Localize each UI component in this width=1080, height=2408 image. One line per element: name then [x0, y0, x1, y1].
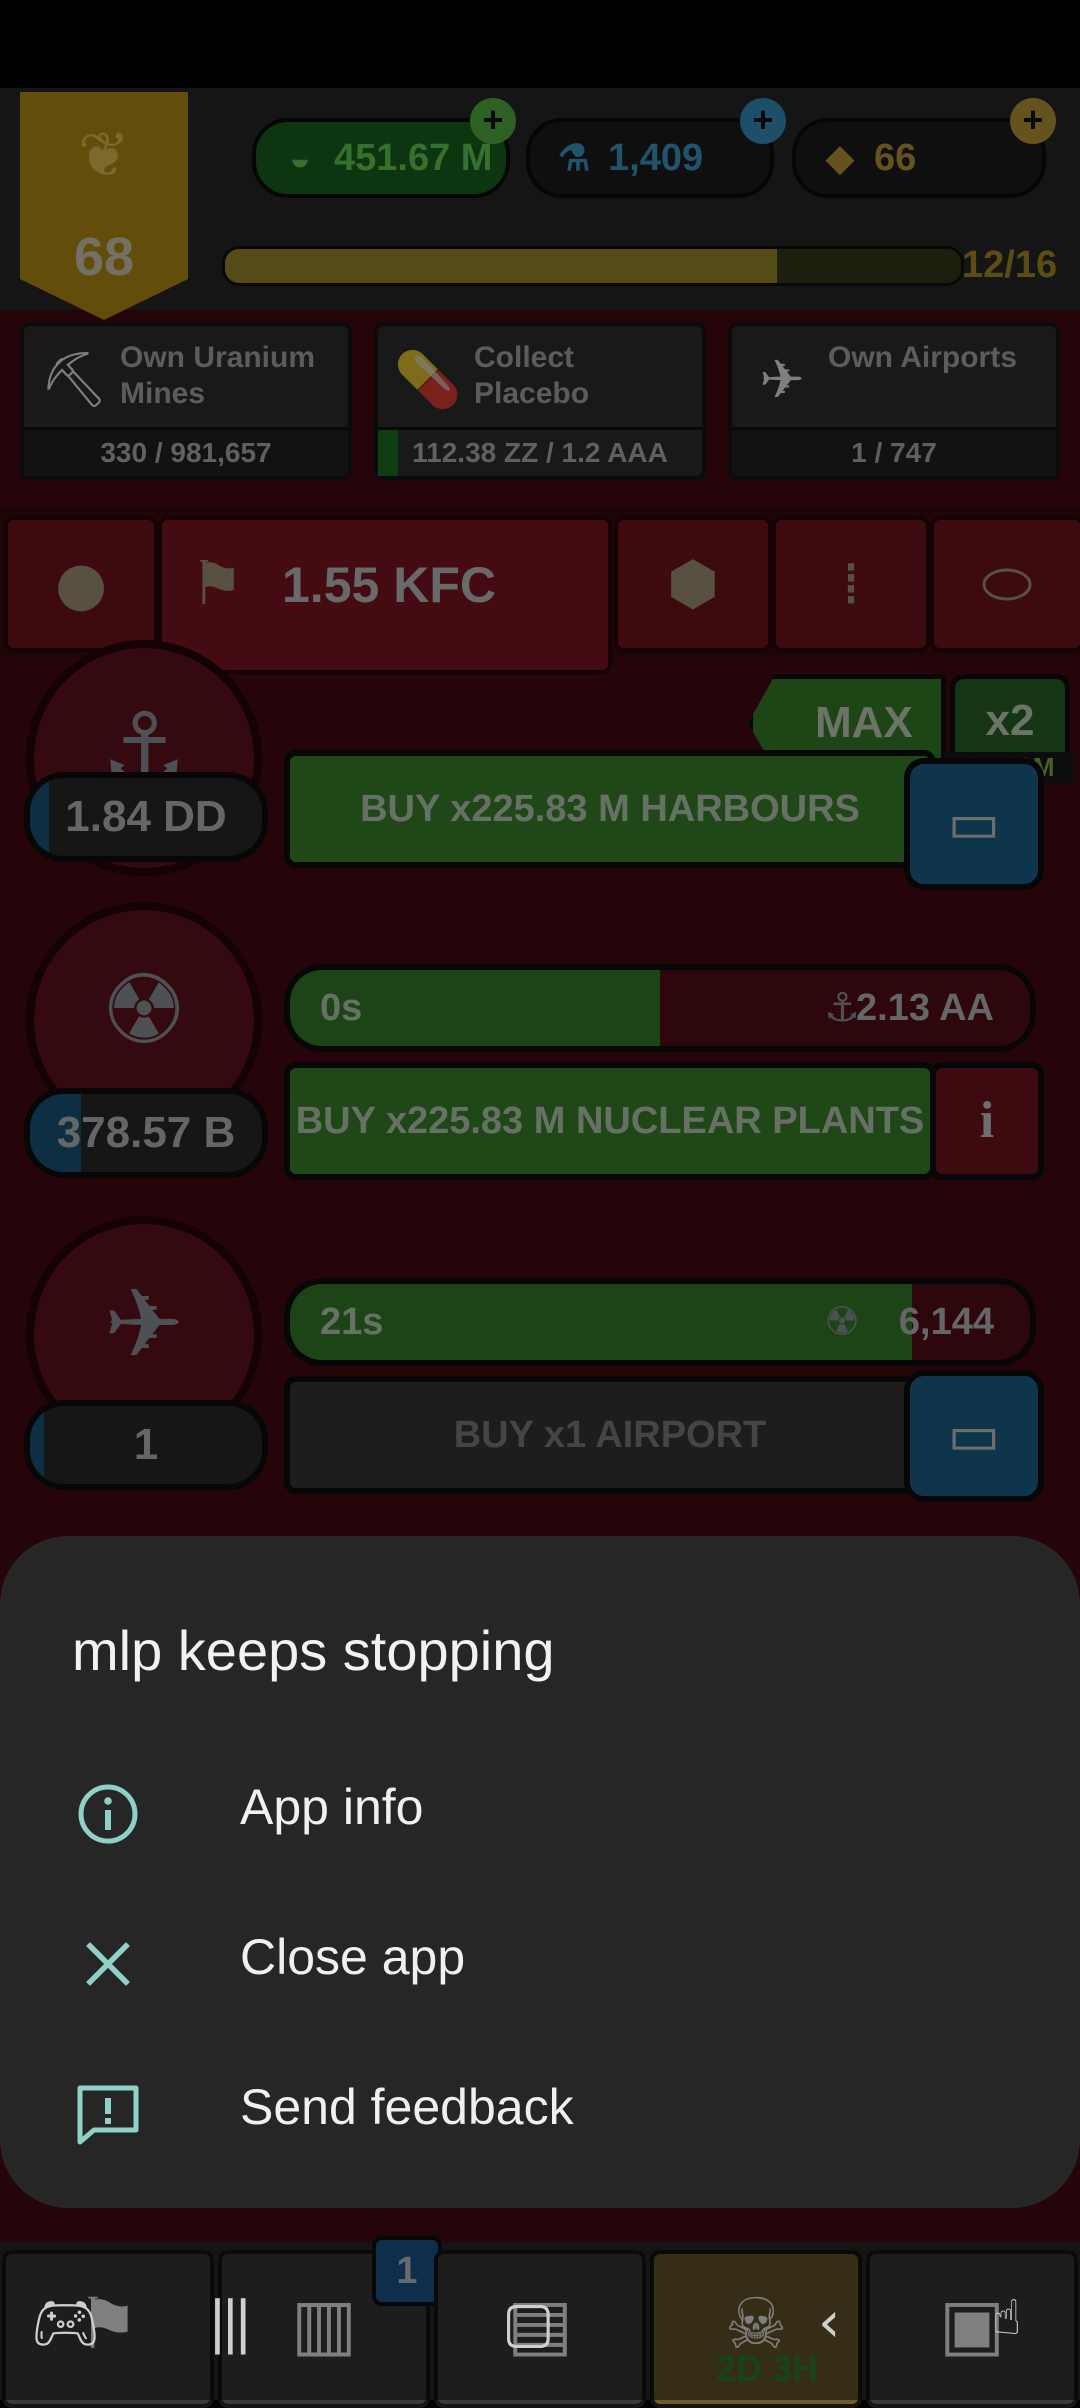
touch-toggle-icon[interactable]: ☝	[992, 2290, 1021, 2370]
app-info-label: App info	[240, 1779, 424, 1835]
send-feedback-label: Send feedback	[240, 2079, 574, 2135]
info-icon	[78, 1784, 138, 1844]
close-app-label: Close app	[240, 1929, 466, 1985]
send-feedback-option[interactable]: Send feedback	[0, 2034, 1080, 2184]
app-crash-dialog: mlp keeps stopping App info Close app Se…	[0, 1536, 1080, 2208]
feedback-icon	[77, 2085, 139, 2145]
recents-icon[interactable]: |||	[208, 2290, 253, 2370]
dialog-title: mlp keeps stopping	[72, 1619, 555, 1682]
back-icon[interactable]: ‹	[818, 2290, 840, 2370]
close-app-option[interactable]: Close app	[0, 1884, 1080, 2034]
home-icon[interactable]: ▢	[502, 2290, 555, 2370]
close-icon	[86, 1942, 130, 1986]
gamepad-icon[interactable]: 🎮︎	[30, 2290, 101, 2370]
app-info-option[interactable]: App info	[0, 1734, 1080, 1884]
status-bar	[0, 0, 1080, 88]
